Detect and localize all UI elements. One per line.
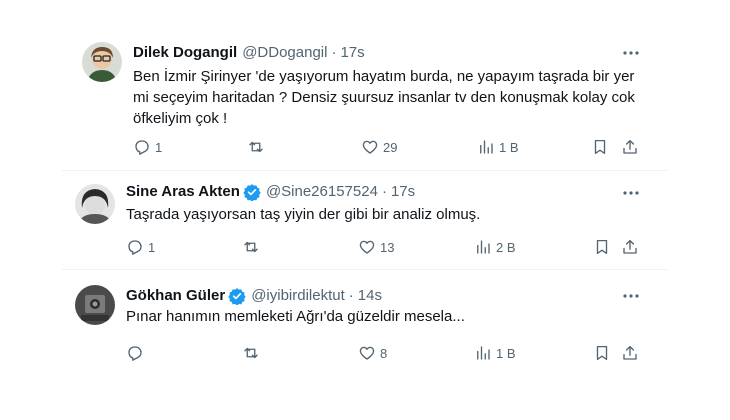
- repost-icon: [244, 241, 258, 253]
- share-button[interactable]: [621, 137, 639, 157]
- bookmark-button[interactable]: [593, 343, 611, 363]
- tweet-header: Gökhan Güler @iyibirdilektut · 14s: [126, 287, 382, 305]
- like-count: 8: [380, 345, 388, 361]
- like-button[interactable]: 13: [358, 237, 394, 257]
- bookmark-icon: [596, 345, 608, 361]
- views-button[interactable]: 1 B: [477, 137, 519, 157]
- reply-button[interactable]: [126, 343, 148, 363]
- like-count: 13: [380, 239, 395, 255]
- more-icon[interactable]: [619, 286, 643, 306]
- reply-button[interactable]: 1: [133, 137, 162, 157]
- views-button[interactable]: 2 B: [474, 237, 516, 257]
- share-icon: [623, 239, 637, 254]
- author-handle[interactable]: @iyibirdilektut: [251, 287, 345, 305]
- share-icon: [623, 139, 637, 154]
- author-handle[interactable]: @DDogangil: [242, 44, 327, 62]
- more-icon[interactable]: [619, 183, 643, 203]
- views-button[interactable]: 1 B: [474, 343, 516, 363]
- tweet-header: Sine Aras Akten @Sine26157524 · 17s: [126, 183, 415, 201]
- separator-dot: ·: [381, 183, 387, 200]
- reply-button[interactable]: 1: [126, 237, 155, 257]
- tweet-3[interactable]: Gökhan Güler @iyibirdilektut · 14s Pınar…: [0, 270, 730, 380]
- like-count: 29: [383, 139, 398, 155]
- share-button[interactable]: [621, 343, 639, 363]
- reply-icon: [128, 346, 142, 361]
- reply-count: 1: [155, 139, 163, 155]
- tweet-text: Taşrada yaşıyorsan taş yiyin der gibi bi…: [126, 206, 481, 223]
- author-name[interactable]: Dilek Dogangil: [133, 44, 237, 62]
- like-button[interactable]: 8: [358, 343, 387, 363]
- views-count: 1 B: [496, 345, 516, 361]
- repost-button[interactable]: [247, 137, 269, 157]
- views-count: 2 B: [496, 239, 516, 255]
- author-handle[interactable]: @Sine26157524: [266, 183, 378, 201]
- tweet-text: Pınar hanımın memleketi Ağrı'da güzeldir…: [126, 308, 465, 325]
- bookmark-button[interactable]: [591, 137, 609, 157]
- views-icon: [477, 240, 490, 254]
- tweet-time[interactable]: 17s: [340, 44, 364, 62]
- verified-badge-icon: [243, 184, 261, 201]
- views-icon: [480, 140, 493, 154]
- reply-count: 1: [148, 239, 156, 255]
- bookmark-button[interactable]: [593, 237, 611, 257]
- repost-button[interactable]: [242, 237, 264, 257]
- tweet-text: Ben İzmir Şirinyer 'de yaşıyorum hayatım…: [133, 68, 635, 127]
- like-button[interactable]: 29: [361, 137, 397, 157]
- bookmark-icon: [596, 239, 608, 255]
- tweet-time[interactable]: 14s: [358, 287, 382, 305]
- tweet-time[interactable]: 17s: [391, 183, 415, 201]
- like-icon: [359, 346, 375, 360]
- tweet-2[interactable]: Sine Aras Akten @Sine26157524 · 17s Taşr…: [0, 171, 730, 269]
- views-count: 1 B: [499, 139, 519, 155]
- share-button[interactable]: [621, 237, 639, 257]
- avatar[interactable]: [82, 42, 122, 82]
- repost-icon: [249, 141, 263, 153]
- action-bar: 8 1 B: [126, 343, 646, 363]
- reply-icon: [128, 240, 142, 255]
- author-name[interactable]: Sine Aras Akten: [126, 183, 240, 201]
- author-name[interactable]: Gökhan Güler: [126, 287, 225, 305]
- avatar[interactable]: [75, 184, 115, 224]
- separator-dot: ·: [348, 287, 354, 304]
- separator-dot: ·: [331, 44, 337, 61]
- bookmark-icon: [594, 139, 606, 155]
- like-icon: [362, 140, 378, 154]
- share-icon: [623, 345, 637, 360]
- tweet-1[interactable]: Dilek Dogangil @DDogangil · 17s Ben İzmi…: [0, 0, 730, 170]
- avatar[interactable]: [75, 285, 115, 325]
- more-icon[interactable]: [619, 43, 643, 63]
- repost-button[interactable]: [242, 343, 264, 363]
- action-bar: 1 29 1 B: [133, 137, 653, 157]
- reply-icon: [135, 140, 149, 155]
- views-icon: [477, 346, 490, 360]
- tweet-header: Dilek Dogangil @DDogangil · 17s: [133, 44, 365, 62]
- verified-badge-icon: [228, 288, 246, 305]
- repost-icon: [244, 347, 258, 359]
- action-bar: 1 13 2 B: [126, 237, 646, 257]
- like-icon: [359, 240, 375, 254]
